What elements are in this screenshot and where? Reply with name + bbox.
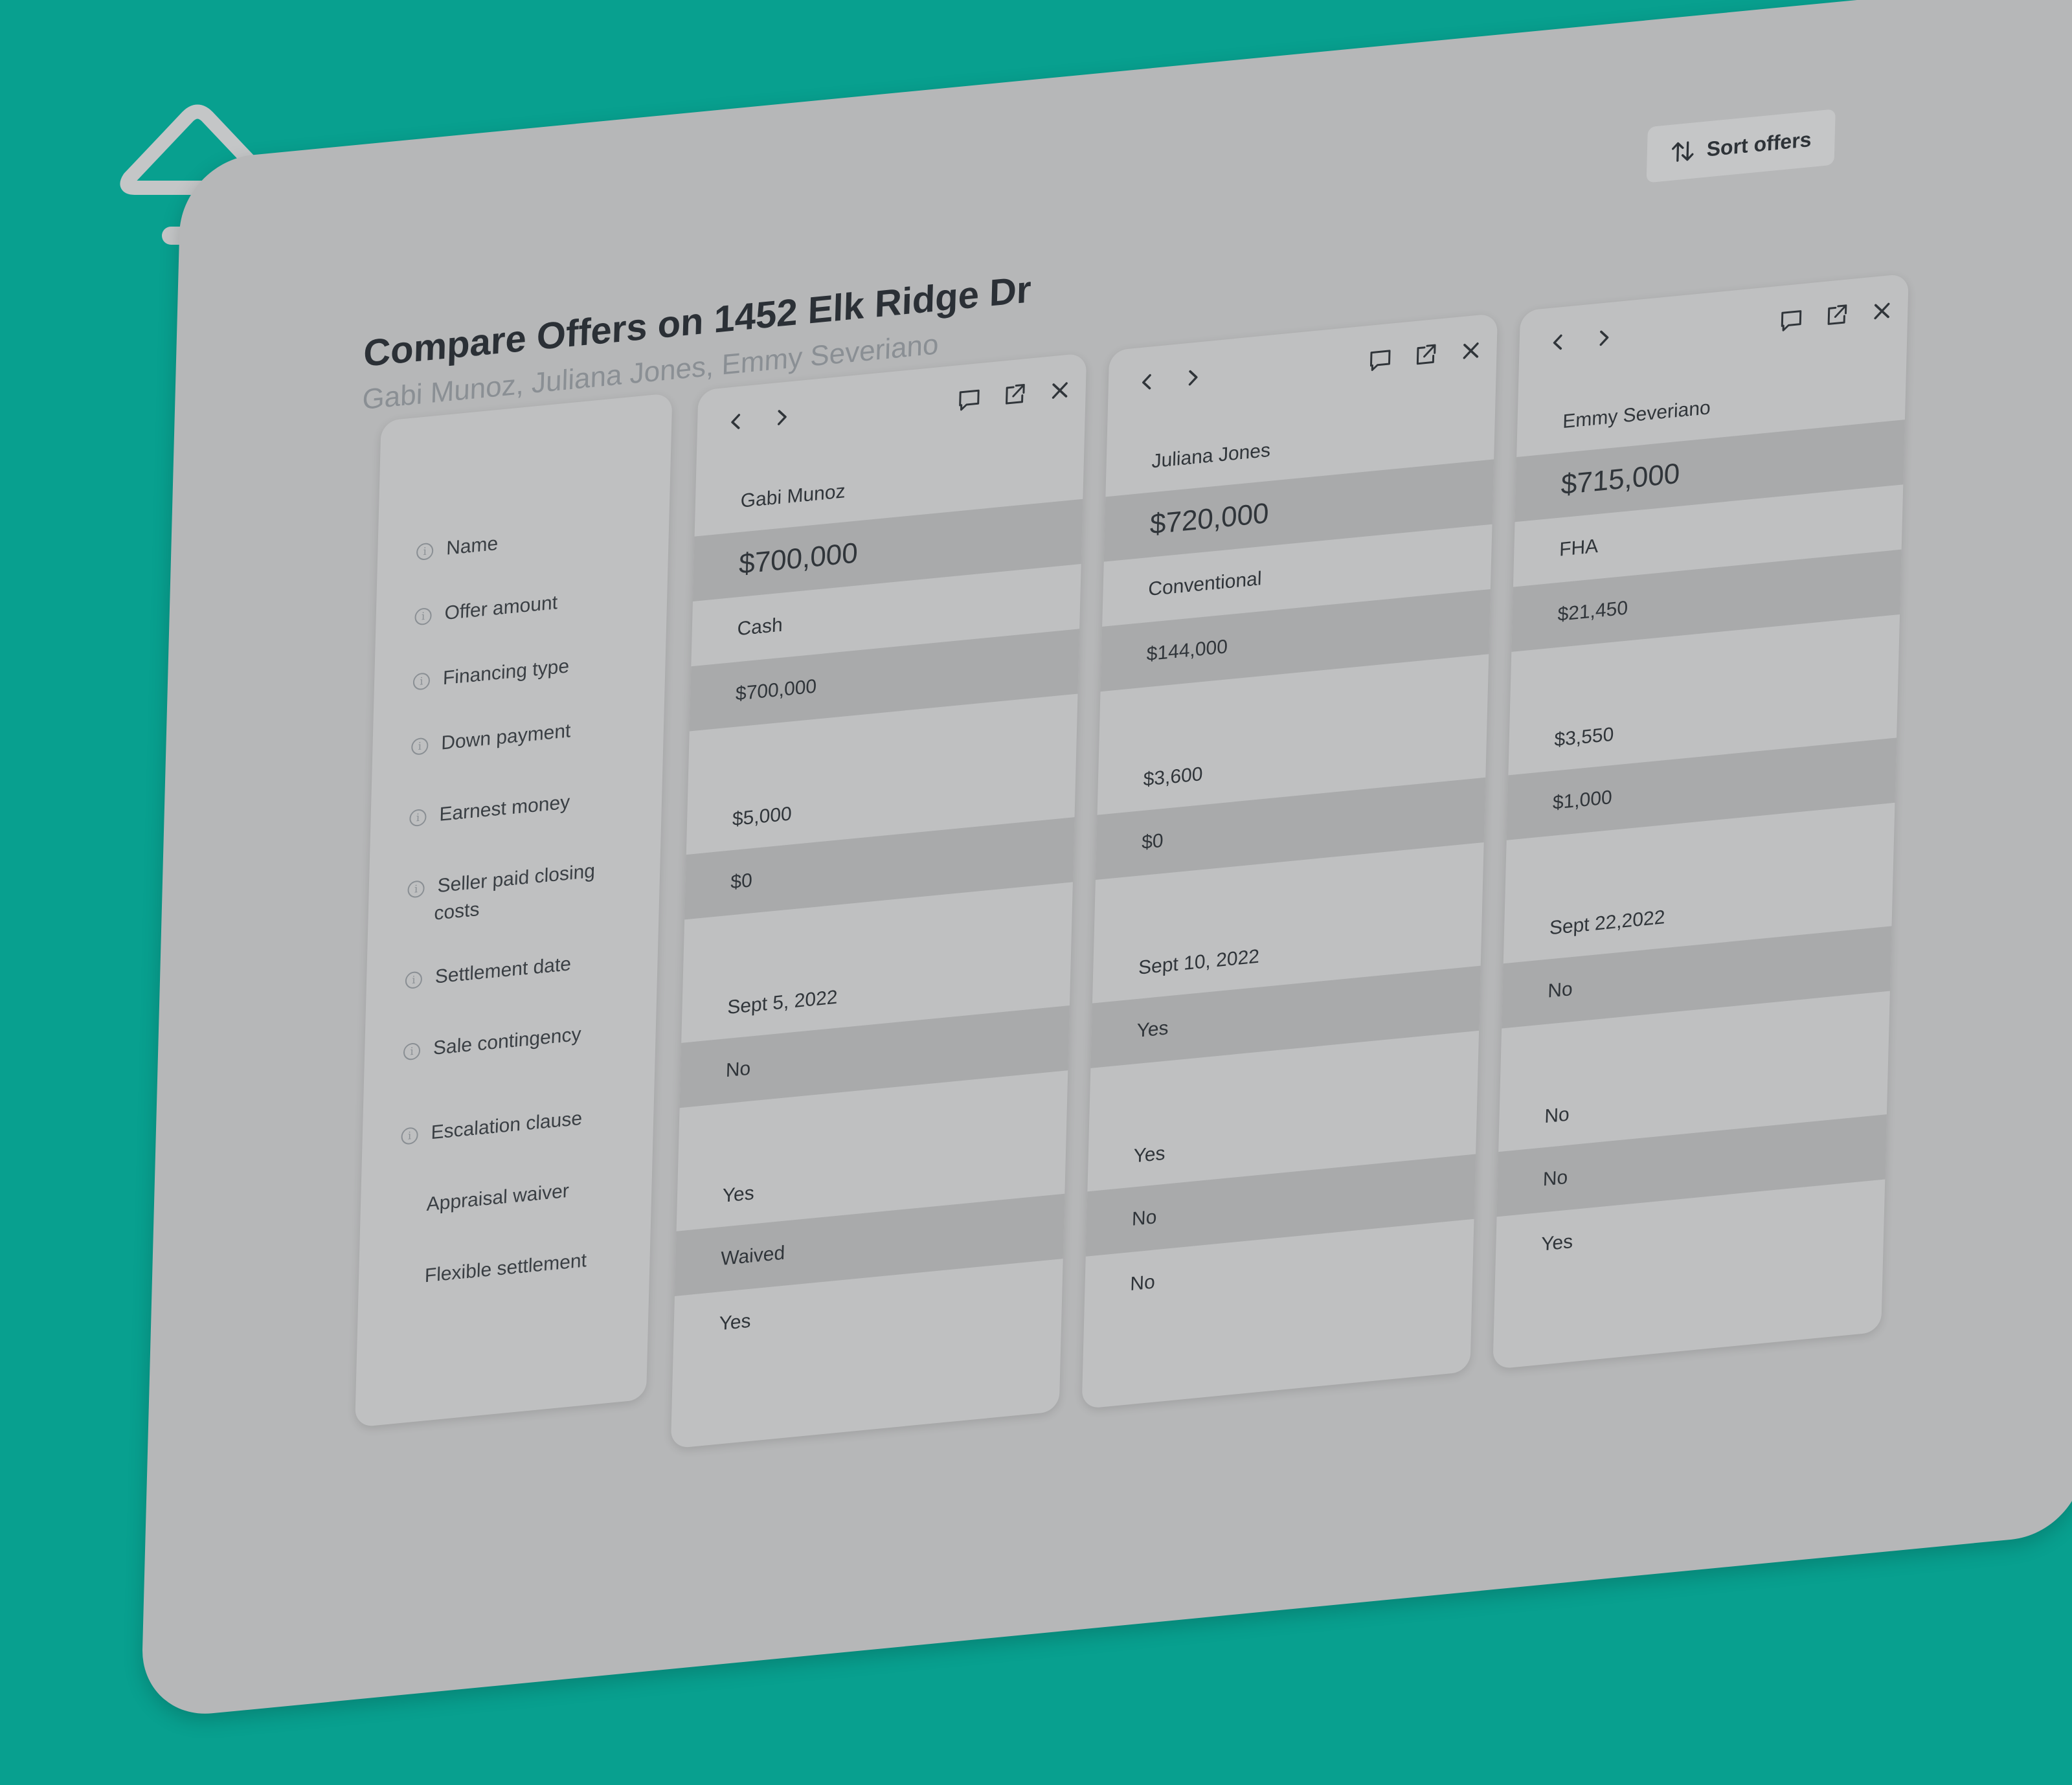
comment-icon[interactable] [1367,345,1393,374]
label-financing-type: i Financing type [412,655,569,692]
label-sale-contingency: i Sale contingency [403,1024,581,1063]
label-seller-paid-closing-costs: i Seller paid closing [407,860,595,901]
laptop-mockup: Sort offers Compare Offers on 1452 Elk R… [139,0,2072,1785]
chevron-right-icon[interactable] [768,403,794,432]
label-down-payment: i Down payment [411,720,571,758]
info-icon[interactable]: i [416,542,434,561]
comment-icon[interactable] [956,385,982,414]
info-icon[interactable]: i [405,971,423,990]
offer-card: Emmy Severiano $715,000 FHA $21,450 $3,5… [1492,273,1909,1370]
label-appraisal-waiver: Appraisal waiver [426,1180,570,1216]
info-icon[interactable]: i [401,1127,418,1145]
offer-card: Gabi Munoz $700,000 Cash $700,000 $5,000… [670,353,1087,1449]
info-icon[interactable]: i [409,808,427,827]
label-offer-amount: i Offer amount [414,592,557,627]
info-icon[interactable]: i [411,737,429,756]
chevron-right-icon[interactable] [1179,363,1206,392]
sort-arrows-icon [1672,141,1694,162]
label-escalation-clause: i Escalation clause [401,1108,582,1147]
comment-icon[interactable] [1778,306,1805,334]
label-name: i Name [416,533,499,563]
sort-offers-button[interactable]: Sort offers [1646,109,1836,183]
info-icon[interactable]: i [403,1042,421,1061]
row-labels-panel: i Name i Offer amount i Financing type i Dow… [355,392,673,1428]
close-icon[interactable] [1869,297,1895,325]
laptop-screen: Sort offers Compare Offers on 1452 Elk R… [141,0,2072,1720]
close-icon[interactable] [1046,376,1073,405]
label-flexible-settlement: Flexible settlement [424,1250,587,1287]
chevron-left-icon[interactable] [723,407,750,436]
label-seller-paid-closing-costs-line2: costs [434,898,480,925]
sort-offers-label: Sort offers [1706,127,1812,161]
info-icon[interactable]: i [407,880,425,899]
close-icon[interactable] [1458,337,1484,365]
label-settlement-date: i Settlement date [405,953,571,991]
label-earnest-money: i Earnest money [409,791,570,829]
chevron-right-icon[interactable] [1590,324,1617,352]
info-icon[interactable]: i [414,607,432,626]
external-link-icon[interactable] [1001,381,1028,409]
info-icon[interactable]: i [412,672,431,691]
offer-card: Juliana Jones $720,000 Conventional $144… [1081,313,1498,1409]
chevron-left-icon[interactable] [1545,328,1571,357]
external-link-icon[interactable] [1412,341,1439,370]
external-link-icon[interactable] [1823,301,1850,330]
chevron-left-icon[interactable] [1134,368,1160,396]
